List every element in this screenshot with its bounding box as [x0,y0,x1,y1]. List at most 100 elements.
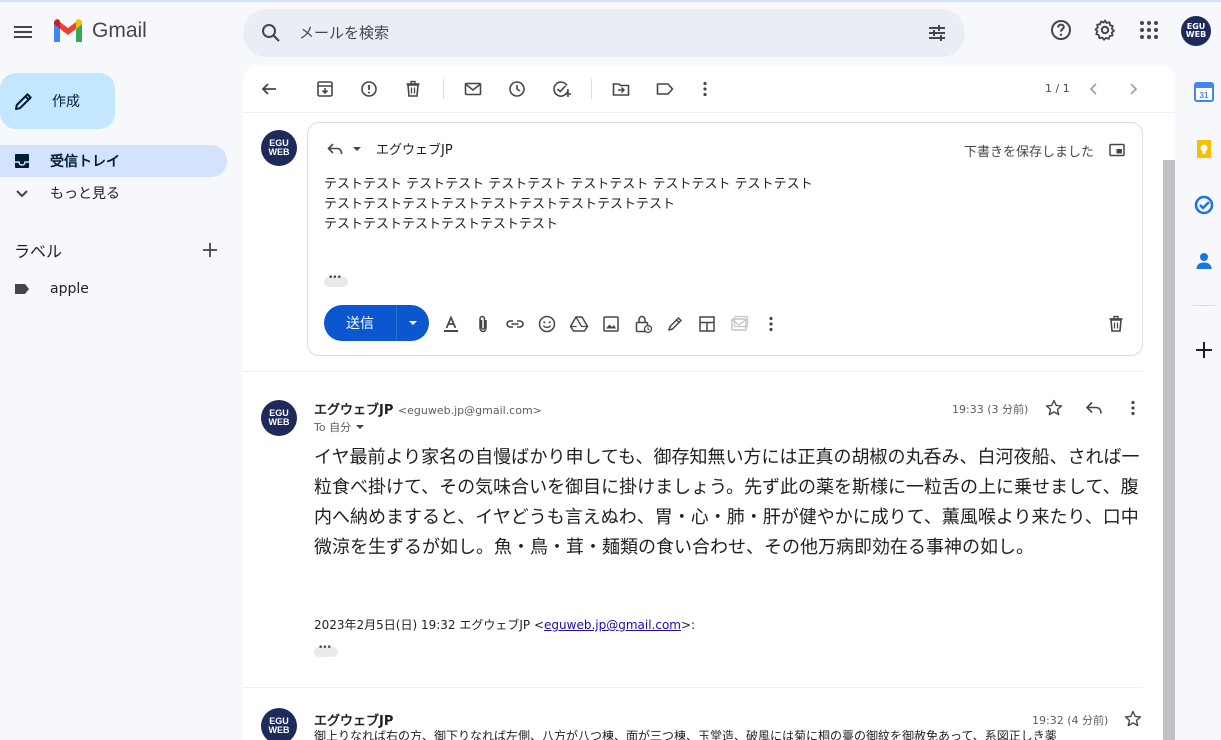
sidebar-item-label: apple [50,281,89,297]
send-label: 送信 [346,316,374,332]
search-bar[interactable] [243,9,965,57]
show-trimmed-content-button[interactable] [314,643,338,657]
hamburger-icon[interactable] [12,21,34,43]
reply-icon[interactable] [1084,398,1104,418]
plus-icon[interactable] [201,241,219,259]
reply-draft[interactable]: エグウェブJP 下書きを保存しました テストテスト テストテスト テストテスト … [307,122,1143,356]
archive-icon[interactable] [315,79,335,99]
back-arrow-icon[interactable] [259,79,279,99]
delete-icon[interactable] [403,79,423,99]
show-trimmed-content-button[interactable] [324,273,348,287]
pencil-icon [15,93,32,110]
avatar: EGU WEB [261,400,297,436]
draft-line: テストテストテストテストテストテストテストテストテスト [324,197,676,212]
recipient-details-toggle[interactable]: To 自分 [314,419,365,435]
message-view: 1 / 1 EGU WEB エグウェブJP 下書きを保存しました テストテスト … [243,65,1175,740]
star-icon[interactable] [1044,398,1064,418]
more-vert-icon[interactable] [1123,398,1143,418]
toolbar-separator [443,79,444,99]
insert-photo-icon[interactable] [601,314,621,334]
message-divider [243,371,1143,372]
calendar-icon[interactable]: 31 [1193,81,1215,103]
avatar-text: EGU WEB [268,716,290,735]
compose-button[interactable]: 作成 [0,73,115,129]
recipient-label: To 自分 [314,421,352,434]
sender-name: エグウェブJP [314,403,394,418]
message-divider [243,687,1143,688]
chevron-down-icon [16,190,28,198]
caret-down-icon [409,321,417,325]
compose-label: 作成 [52,94,80,110]
link-icon[interactable] [505,314,525,334]
emoji-icon[interactable] [537,314,557,334]
avatar: EGU WEB [261,708,297,740]
draft-body[interactable]: テストテスト テストテスト テストテスト テストテスト テストテスト テストテス… [324,175,813,235]
snooze-clock-icon[interactable] [507,79,527,99]
move-to-folder-icon[interactable] [611,79,631,99]
gmail-m-icon [54,19,82,42]
add-task-icon[interactable] [551,79,571,99]
discard-draft-icon[interactable] [1106,314,1126,334]
app-name: Gmail [92,19,147,42]
label-icon[interactable] [655,79,675,99]
caret-down-icon[interactable] [352,144,362,154]
caret-down-icon [356,425,365,429]
sidebar-item-more[interactable]: もっと見る [0,177,227,209]
pop-out-icon[interactable] [1108,141,1126,159]
labels-heading: ラベル [14,242,63,261]
quote-attribution: 2023年2月5日(日) 19:32 エグウェブJP <eguweb.jp@gm… [314,616,695,633]
inbox-icon [15,154,29,168]
message-time: 19:33 (3 分前) [952,403,1029,416]
avatar-text: EGU WEB [268,408,290,427]
draft-saved-status: 下書きを保存しました [963,145,1094,160]
more-vert-icon[interactable] [761,314,781,334]
draft-line: テストテスト テストテスト テストテスト テストテスト テストテスト テストテス… [324,177,813,192]
pagination-count: 1 / 1 [1045,82,1070,95]
sender-info: エグウェブJP <eguweb.jp@gmail.com> [314,399,542,418]
confidential-mode-icon[interactable] [633,314,653,334]
add-addon-icon[interactable] [1193,339,1215,361]
quote-suffix: >: [681,618,696,632]
message-time: 19:32 (4 分前) [1032,714,1109,727]
sender-email: <eguweb.jp@gmail.com> [397,404,542,417]
attach-icon[interactable] [473,314,493,334]
avatar-text: EGU WEB [1185,22,1207,39]
reply-recipient: エグウェブJP [376,143,453,158]
tune-icon[interactable] [925,21,949,45]
avatar-text: EGU WEB [268,138,290,157]
signature-pen-icon[interactable] [665,314,685,334]
next-page-icon[interactable] [1123,79,1143,99]
search-input[interactable] [299,21,899,45]
gmail-logo[interactable]: Gmail [52,18,147,44]
gear-icon[interactable] [1093,18,1117,42]
template-icon [731,315,749,331]
more-vert-icon[interactable] [695,79,715,99]
reply-icon[interactable] [326,140,344,158]
send-options-button[interactable] [396,305,429,341]
send-button-group: 送信 [324,305,429,341]
layouts-icon[interactable] [697,314,717,334]
keep-icon[interactable] [1193,138,1215,160]
report-spam-icon[interactable] [359,79,379,99]
labels-section-header: ラベル [14,238,219,262]
draft-line: テストテストテストテストテストテスト [324,217,559,232]
prev-page-icon[interactable] [1084,79,1104,99]
help-icon[interactable] [1049,18,1073,42]
contacts-icon[interactable] [1193,250,1215,272]
apps-grid-icon[interactable] [1137,18,1161,42]
sidebar-item-label-apple[interactable]: apple [0,273,227,305]
search-icon[interactable] [259,21,283,45]
scrollbar[interactable] [1163,160,1175,740]
text-format-icon[interactable] [441,314,461,334]
quote-email-link[interactable]: eguweb.jp@gmail.com [544,618,681,632]
mark-unread-icon[interactable] [463,79,483,99]
send-button[interactable]: 送信 [324,305,396,341]
account-avatar[interactable]: EGU WEB [1181,16,1211,46]
message-snippet: 御上りなれば右の方、御下りなれば左側、八方が八つ棟、面が三つ棟、玉堂造、破風には… [314,729,1057,740]
star-icon[interactable] [1123,709,1143,729]
toolbar-separator [591,79,592,99]
tasks-icon[interactable] [1193,194,1215,216]
reply-recipient-row[interactable]: エグウェブJP [326,139,453,158]
drive-icon[interactable] [569,314,589,334]
sidebar-item-inbox[interactable]: 受信トレイ [0,145,227,177]
